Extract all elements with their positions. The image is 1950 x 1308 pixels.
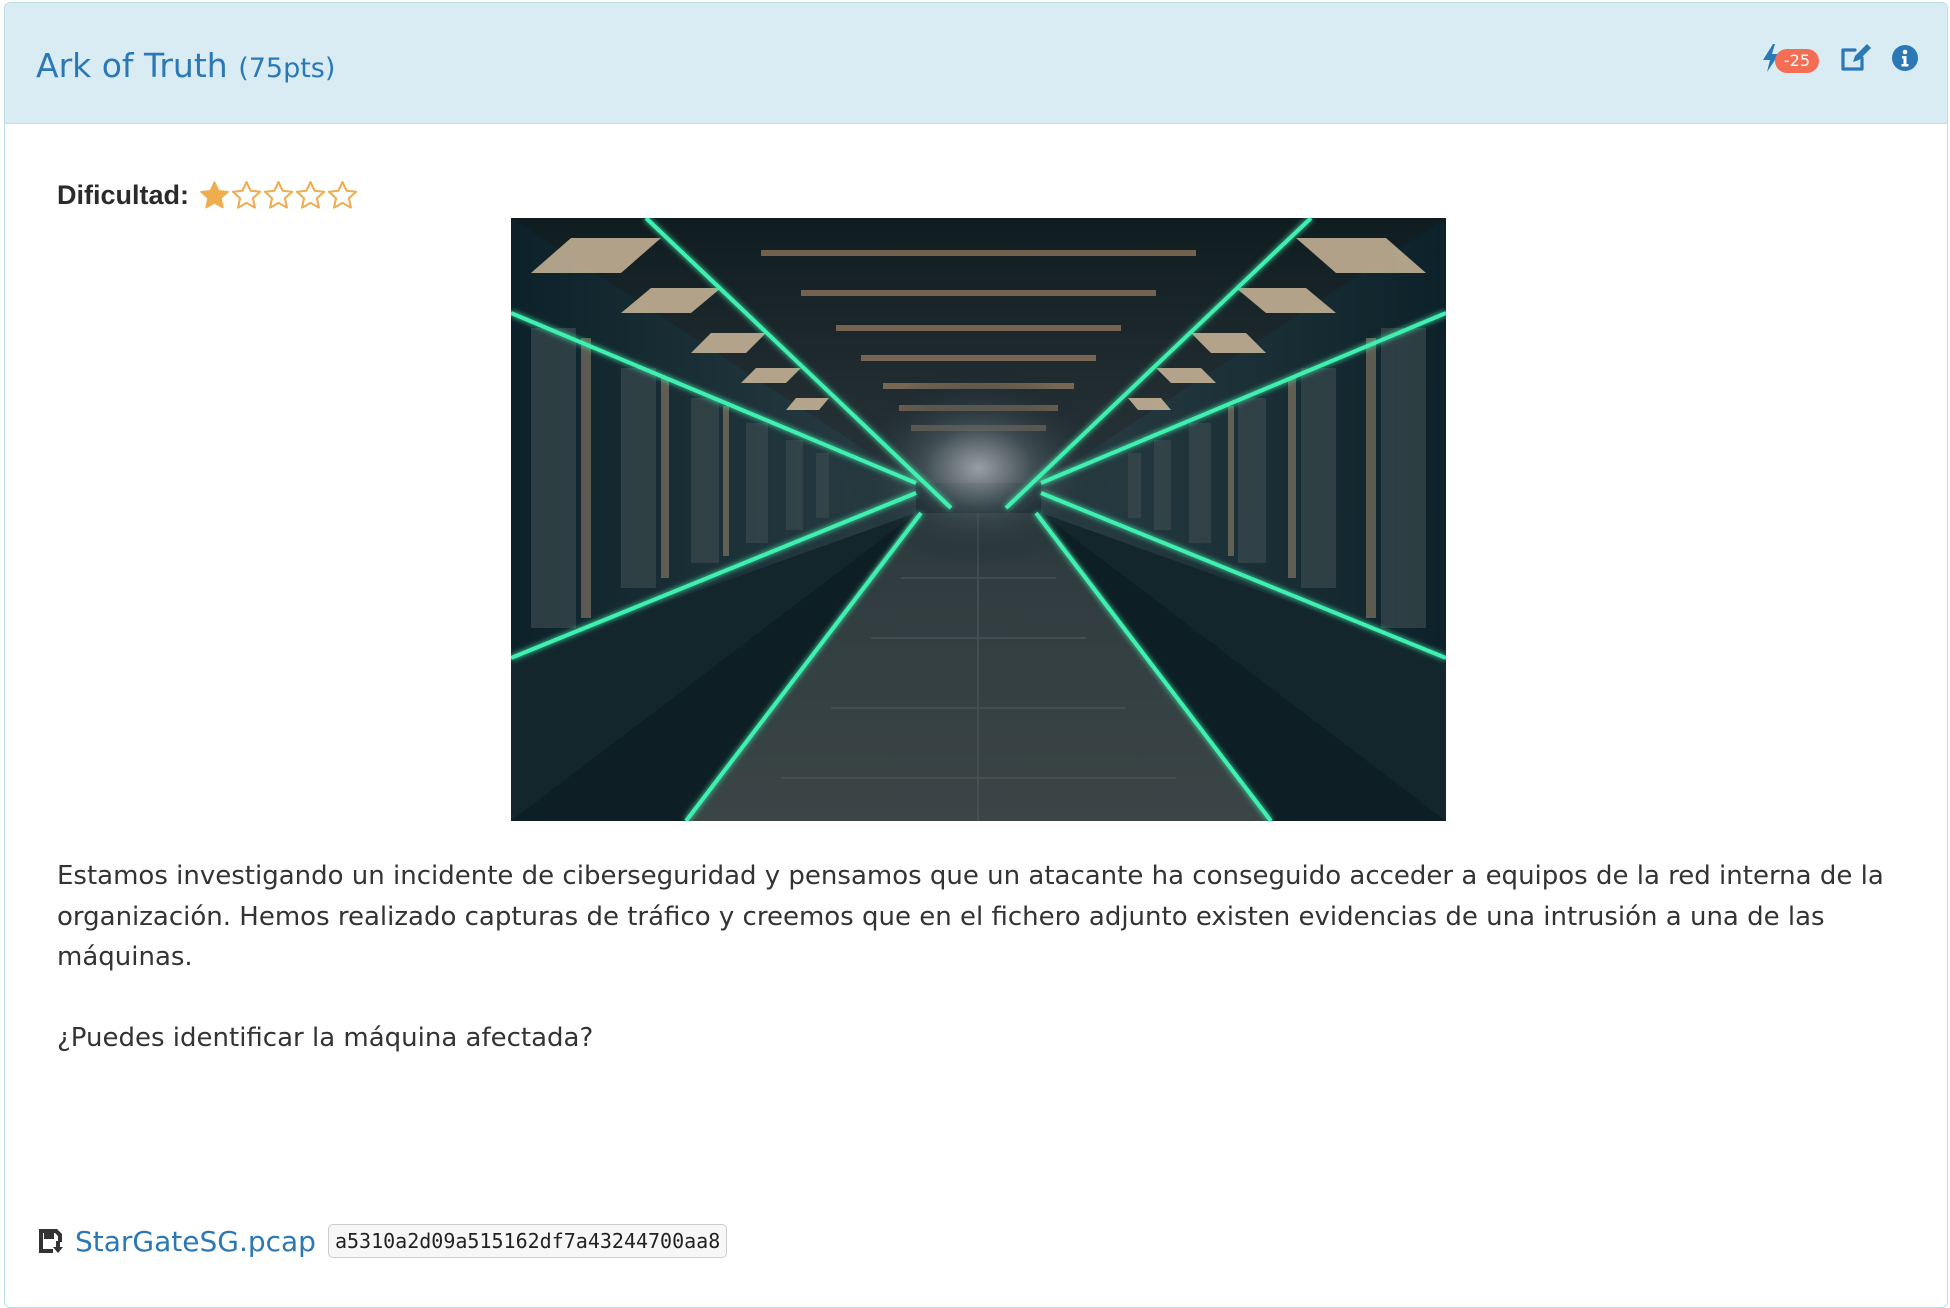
- info-circle-icon: [1892, 45, 1918, 71]
- file-hash: a5310a2d09a515162df7a43244700aa8: [327, 1224, 728, 1258]
- attachment-link[interactable]: StarGateSG.pcap: [75, 1225, 316, 1258]
- info-button[interactable]: [1891, 44, 1919, 72]
- star-empty-icon: [327, 180, 358, 209]
- header-actions: -25: [1761, 43, 1919, 73]
- attachment: StarGateSG.pcap a5310a2d09a515162df7a432…: [37, 1224, 728, 1258]
- difficulty-stars: [199, 180, 358, 211]
- corridor-image: [511, 218, 1446, 821]
- challenge-description: Estamos investigando un incidente de cib…: [57, 856, 1907, 1058]
- star-filled-icon: [200, 181, 229, 209]
- challenge-panel: Ark of Truth (75pts) -25 Dificultad: Est…: [4, 2, 1948, 1308]
- challenge-title: Ark of Truth (75pts): [36, 46, 335, 85]
- difficulty-rating: Dificultad:: [57, 180, 358, 211]
- star-empty-icon: [295, 180, 326, 209]
- hint-button[interactable]: -25: [1761, 43, 1819, 73]
- file-download-icon: [39, 1229, 63, 1253]
- challenge-name: Ark of Truth: [36, 46, 228, 85]
- star-empty-icon: [231, 180, 262, 209]
- edit-button[interactable]: [1839, 43, 1871, 73]
- difficulty-label: Dificultad:: [57, 180, 189, 210]
- star-empty-icon: [263, 180, 294, 209]
- hint-penalty-badge: -25: [1774, 49, 1819, 73]
- description-paragraph: Estamos investigando un incidente de cib…: [57, 861, 1884, 972]
- description-question: ¿Puedes identificar la máquina afectada?: [57, 1022, 594, 1053]
- challenge-points: (75pts): [238, 53, 336, 84]
- panel-header: Ark of Truth (75pts) -25: [5, 3, 1947, 124]
- edit-icon: [1841, 44, 1871, 71]
